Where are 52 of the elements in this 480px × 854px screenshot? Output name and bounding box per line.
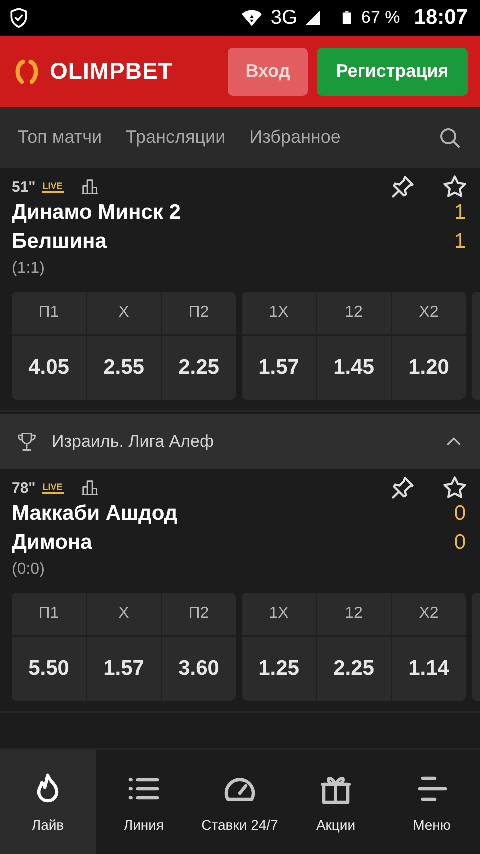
match-minute: 51" (12, 178, 36, 196)
odds-value[interactable]: 1.57 (242, 336, 316, 400)
tab[interactable]: Топ матчи (18, 127, 102, 148)
odds-value[interactable]: 1.20 (392, 336, 466, 400)
halftime-score: (0:0) (12, 560, 46, 580)
team-name: Димона (12, 530, 92, 554)
odds-label: X2 (392, 593, 466, 637)
nav-item[interactable]: Лайв (0, 750, 96, 854)
odds-value[interactable]: 1.25 (242, 637, 316, 701)
team-name: Маккаби Ашдод (12, 502, 178, 526)
tab[interactable]: Трансляции (126, 127, 226, 148)
team-name: Динамо Минск 2 (12, 200, 181, 224)
odds-label: П1 (12, 593, 86, 637)
team-score: 1 (454, 200, 467, 224)
odds-label: 1X (242, 292, 316, 336)
odds-value[interactable]: 2.55 (87, 336, 161, 400)
odds-value[interactable]: 1.14 (392, 637, 466, 701)
network-type: 3G (270, 6, 298, 30)
live-badge: LIVE (42, 181, 64, 193)
odds-value[interactable]: 1.57 (87, 637, 161, 701)
match-minute: 78" (12, 480, 36, 496)
odds-value[interactable]: 5.50 (12, 637, 86, 701)
nav-item[interactable]: Акции (288, 750, 384, 854)
team-score: 1 (454, 230, 467, 254)
odds-label: X (87, 593, 161, 637)
team-score: 0 (454, 502, 467, 526)
tab[interactable]: Избранное (250, 127, 341, 148)
clock: 18:07 (414, 6, 468, 30)
league-title: Израиль. Лига Алеф (52, 432, 215, 452)
live-badge: LIVE (42, 482, 64, 494)
odds-label: 12 (317, 292, 391, 336)
odds-value[interactable]: 4.05 (12, 336, 86, 400)
odds-value[interactable]: 1.45 (317, 336, 391, 400)
halftime-score: (1:1) (12, 259, 46, 279)
odds-label: П1 (12, 292, 86, 336)
odds-label: 12 (317, 593, 391, 637)
nav-item[interactable]: Ставки 24/7 (192, 750, 288, 854)
team-score: 0 (454, 530, 467, 554)
odds-value[interactable]: 2.25 (162, 336, 236, 400)
nav-item[interactable]: Линия (96, 750, 192, 854)
odds-label: 1X (242, 593, 316, 637)
team-name: Белшина (12, 230, 107, 254)
odds-value[interactable]: 2.25 (317, 637, 391, 701)
odds-value[interactable]: 3.60 (162, 637, 236, 701)
odds-label: X2 (392, 292, 466, 336)
logo: OLIMPBET (50, 58, 173, 85)
odds-label: X (87, 292, 161, 336)
odds-label: П2 (162, 292, 236, 336)
odds-label: П2 (162, 593, 236, 637)
nav-item[interactable]: Меню (384, 750, 480, 854)
register-button[interactable]: Регистрация (317, 48, 468, 96)
battery-level: 67 % (362, 8, 400, 28)
